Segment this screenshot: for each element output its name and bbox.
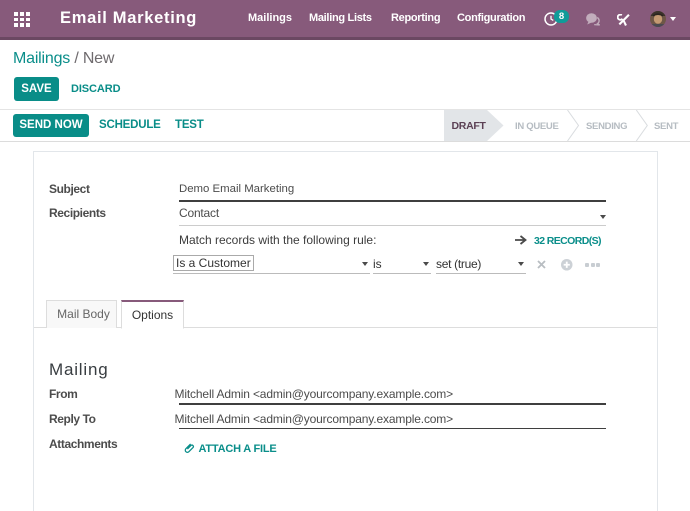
svg-text:SENT: SENT	[654, 121, 679, 132]
svg-text:DRAFT: DRAFT	[452, 120, 487, 132]
svg-text:SENDING: SENDING	[586, 121, 627, 132]
svg-text:IN QUEUE: IN QUEUE	[515, 121, 559, 132]
